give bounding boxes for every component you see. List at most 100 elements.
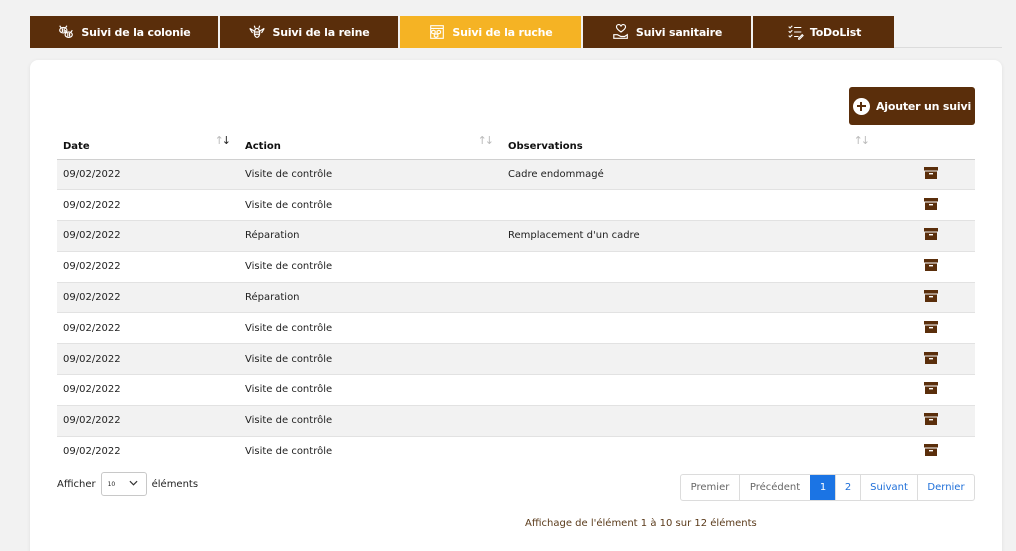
column-header-label: Action xyxy=(245,140,281,152)
pagination-page-1[interactable]: 1 xyxy=(810,475,835,500)
archive-icon[interactable] xyxy=(924,320,938,333)
hive-frame-icon xyxy=(428,23,446,41)
cell-actions xyxy=(878,312,975,344)
tab-label: ToDoList xyxy=(809,25,862,39)
table-row: 09/02/2022 Visite de contrôle Cadre endomm… xyxy=(57,158,975,190)
cell-actions xyxy=(878,189,975,221)
table-row: 09/02/2022 Réparation xyxy=(57,281,975,313)
cell-date: 09/02/2022 xyxy=(57,343,239,375)
table-row: 09/02/2022 Visite de contrôle xyxy=(57,250,975,283)
cell-action: Visite de contrôle xyxy=(239,374,502,406)
pagination-first[interactable]: Premier xyxy=(681,475,739,500)
column-header-action[interactable]: Action ↑↓ xyxy=(239,128,502,160)
add-tracking-label: Ajouter un suivi xyxy=(875,99,972,113)
tab-suivi-reine[interactable]: Suivi de la reine xyxy=(220,16,400,48)
cell-action: Visite de contrôle xyxy=(239,312,502,344)
archive-icon[interactable] xyxy=(924,228,938,241)
checklist-icon xyxy=(786,23,804,41)
column-header-label: Date xyxy=(63,140,90,152)
tab-label: Suivi de la colonie xyxy=(81,25,191,39)
archive-icon[interactable] xyxy=(924,444,938,457)
cell-date: 09/02/2022 xyxy=(57,220,239,252)
table-info: Affichage de l'élément 1 à 10 sur 12 élé… xyxy=(525,518,757,529)
pagination: Premier Précédent 1 2 Suivant Dernier xyxy=(680,474,975,501)
tracking-table: Date ↑↓ Action ↑↓ Observations ↑↓ 09/02/… xyxy=(57,128,975,467)
cell-observations xyxy=(502,189,878,221)
sort-icon: ↑↓ xyxy=(853,134,871,147)
chevron-down-icon xyxy=(129,480,138,488)
table-row: 09/02/2022 Visite de contrôle xyxy=(57,374,975,406)
bees-icon xyxy=(57,23,75,41)
cell-action: Visite de contrôle xyxy=(239,343,502,375)
archive-icon[interactable] xyxy=(924,382,938,395)
cell-observations xyxy=(502,343,878,375)
tab-suivi-sanitaire[interactable]: Suivi sanitaire xyxy=(583,16,753,48)
page-length-control: Afficher 10 éléments xyxy=(57,472,198,496)
plus-circle-icon xyxy=(852,97,870,115)
archive-icon[interactable] xyxy=(924,351,938,364)
cell-action: Visite de contrôle xyxy=(239,404,502,437)
tab-suivi-ruche[interactable]: Suivi de la ruche xyxy=(400,16,583,48)
queen-bee-icon xyxy=(248,23,266,41)
pagination-next[interactable]: Suivant xyxy=(860,475,917,500)
cell-action: Visite de contrôle xyxy=(239,435,502,467)
column-header-date[interactable]: Date ↑↓ xyxy=(57,128,239,160)
tab-label: Suivi de la ruche xyxy=(452,25,553,39)
tab-bar: Suivi de la colonie Suivi de la reine Su… xyxy=(30,16,894,48)
page-length-suffix: éléments xyxy=(151,478,199,490)
cell-action: Visite de contrôle xyxy=(239,158,502,190)
column-header-actions xyxy=(878,128,975,160)
page-length-select[interactable]: 10 xyxy=(100,472,147,496)
cell-actions xyxy=(878,374,975,406)
cell-actions xyxy=(878,158,975,190)
tab-label: Suivi sanitaire xyxy=(635,25,723,39)
cell-action: Réparation xyxy=(239,220,502,252)
table-row: 09/02/2022 Visite de contrôle xyxy=(57,404,975,437)
cell-observations: Remplacement d'un cadre xyxy=(502,220,878,252)
sort-icon: ↑↓ xyxy=(477,134,495,147)
tab-suivi-colonie[interactable]: Suivi de la colonie xyxy=(30,16,220,48)
page-length-prefix: Afficher xyxy=(57,478,96,490)
cell-date: 09/02/2022 xyxy=(57,312,239,344)
hive-tracking-card: Ajouter un suivi Date ↑↓ Action ↑↓ Obser… xyxy=(30,60,1002,551)
cell-date: 09/02/2022 xyxy=(57,435,239,467)
cell-date: 09/02/2022 xyxy=(57,158,239,190)
cell-date: 09/02/2022 xyxy=(57,189,239,221)
table-row: 09/02/2022 Visite de contrôle xyxy=(57,343,975,375)
cell-observations xyxy=(502,312,878,344)
tab-divider xyxy=(894,47,1002,48)
pagination-last[interactable]: Dernier xyxy=(917,475,974,500)
pagination-previous[interactable]: Précédent xyxy=(739,475,810,500)
cell-observations xyxy=(502,250,878,283)
pagination-page-2[interactable]: 2 xyxy=(835,475,860,500)
cell-observations: Cadre endommagé xyxy=(502,158,878,190)
heart-hand-icon xyxy=(612,23,630,41)
cell-actions xyxy=(878,343,975,375)
cell-actions xyxy=(878,220,975,252)
cell-actions xyxy=(878,250,975,283)
archive-icon[interactable] xyxy=(924,197,938,210)
archive-icon[interactable] xyxy=(924,166,938,179)
cell-action: Visite de contrôle xyxy=(239,250,502,283)
archive-icon[interactable] xyxy=(924,290,938,303)
cell-observations xyxy=(502,374,878,406)
sort-desc-icon: ↑↓ xyxy=(214,134,232,147)
page-length-value: 10 xyxy=(107,480,116,488)
tab-label: Suivi de la reine xyxy=(272,25,370,39)
table-header-row: Date ↑↓ Action ↑↓ Observations ↑↓ xyxy=(57,128,975,160)
column-header-observations[interactable]: Observations ↑↓ xyxy=(502,128,878,160)
table-row: 09/02/2022 Réparation Remplacement d'un ca… xyxy=(57,220,975,252)
cell-action: Réparation xyxy=(239,281,502,313)
cell-observations xyxy=(502,435,878,467)
column-header-label: Observations xyxy=(508,140,583,152)
add-tracking-button[interactable]: Ajouter un suivi xyxy=(849,87,975,125)
cell-date: 09/02/2022 xyxy=(57,404,239,437)
tab-todolist[interactable]: ToDoList xyxy=(753,16,894,48)
cell-actions xyxy=(878,435,975,467)
table-row: 09/02/2022 Visite de contrôle xyxy=(57,435,975,467)
table-row: 09/02/2022 Visite de contrôle xyxy=(57,189,975,221)
archive-icon[interactable] xyxy=(924,413,938,426)
cell-date: 09/02/2022 xyxy=(57,281,239,313)
cell-actions xyxy=(878,281,975,313)
archive-icon[interactable] xyxy=(924,259,938,272)
